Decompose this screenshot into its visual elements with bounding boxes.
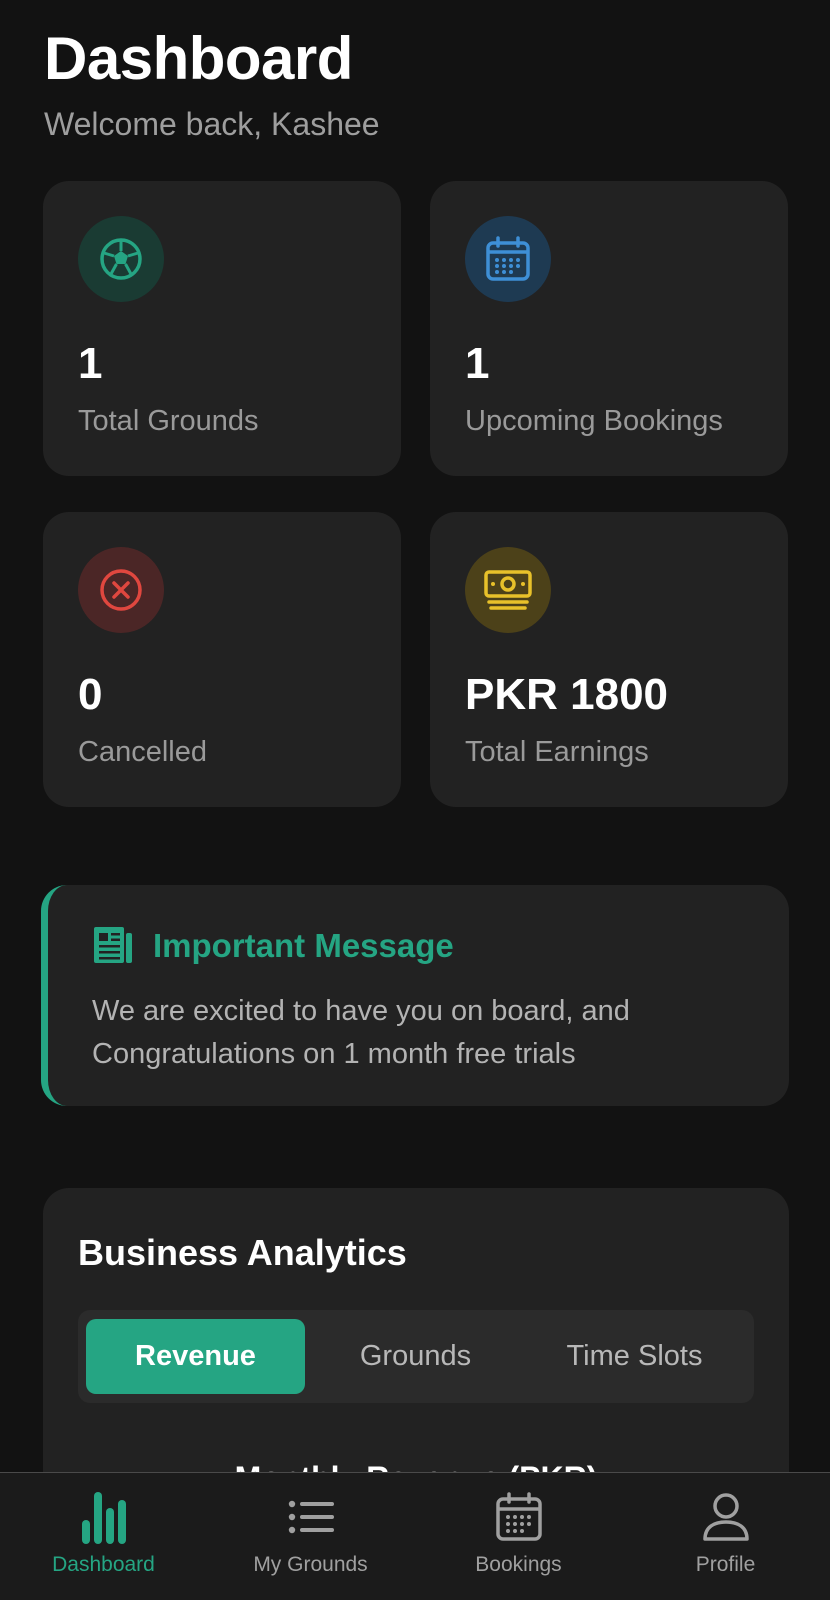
stat-label: Total Grounds	[78, 405, 259, 437]
nav-item-dashboard[interactable]: Dashboard	[0, 1473, 207, 1600]
calendar-icon	[465, 216, 551, 302]
stat-card-upcoming-bookings[interactable]: 1 Upcoming Bookings	[430, 181, 788, 476]
business-analytics-card: Business Analytics Revenue Grounds Time …	[43, 1188, 789, 1472]
stat-card-cancelled[interactable]: 0 Cancelled	[43, 512, 401, 807]
nav-item-bookings[interactable]: Bookings	[415, 1473, 622, 1600]
calendar-icon	[495, 1489, 543, 1545]
stat-card-total-earnings[interactable]: PKR 1800 Total Earnings	[430, 512, 788, 807]
tab-revenue[interactable]: Revenue	[86, 1319, 305, 1394]
page-title: Dashboard	[44, 25, 353, 92]
tab-time-slots[interactable]: Time Slots	[525, 1319, 744, 1394]
nav-label: Bookings	[475, 1553, 562, 1576]
stat-value: 1	[78, 339, 103, 388]
stat-card-total-grounds[interactable]: 1 Total Grounds	[43, 181, 401, 476]
stat-label: Upcoming Bookings	[465, 405, 723, 437]
person-icon	[702, 1489, 750, 1545]
message-title: Important Message	[153, 927, 454, 964]
welcome-subtitle: Welcome back, Kashee	[44, 106, 380, 142]
money-icon	[465, 547, 551, 633]
important-message-card: Important Message We are excited to have…	[41, 885, 789, 1106]
chart-title: Monthly Revenue (PKR)	[43, 1460, 789, 1472]
dashboard-screen: Dashboard Welcome back, Kashee 1 Total G…	[0, 0, 830, 1472]
list-icon	[288, 1489, 334, 1545]
stat-value: 0	[78, 670, 103, 719]
nav-item-my-grounds[interactable]: My Grounds	[207, 1473, 414, 1600]
nav-label: My Grounds	[253, 1553, 368, 1576]
soccer-ball-icon	[78, 216, 164, 302]
nav-item-profile[interactable]: Profile	[622, 1473, 829, 1600]
stat-value: 1	[465, 339, 490, 388]
stat-label: Total Earnings	[465, 736, 649, 768]
analytics-title: Business Analytics	[78, 1232, 407, 1273]
bar-chart-icon	[80, 1489, 128, 1545]
nav-label: Profile	[695, 1553, 756, 1576]
analytics-tab-bar: Revenue Grounds Time Slots	[78, 1310, 754, 1403]
message-body: We are excited to have you on board, and…	[92, 995, 630, 1070]
stat-value: PKR 1800	[465, 670, 669, 719]
bottom-navigation: Dashboard My Grounds Bookings Profile	[0, 1472, 830, 1600]
stat-label: Cancelled	[78, 736, 207, 768]
nav-label: Dashboard	[52, 1553, 155, 1576]
newspaper-icon	[92, 925, 134, 970]
cancel-circle-icon	[78, 547, 164, 633]
tab-grounds[interactable]: Grounds	[306, 1319, 525, 1394]
